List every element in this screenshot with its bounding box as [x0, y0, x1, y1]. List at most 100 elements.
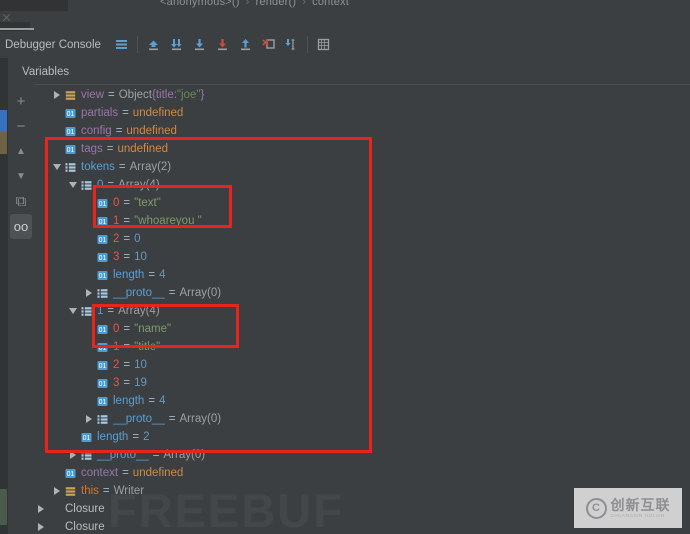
svg-text:01: 01: [98, 345, 106, 352]
variable-value: undefined: [117, 143, 168, 155]
variable-row[interactable]: 01 tags = undefined: [34, 140, 690, 158]
variable-text: 1 = "whoareyou ": [113, 212, 202, 230]
variable-row[interactable]: __proto__ = Array(0): [34, 284, 690, 302]
chevron-down-icon[interactable]: [50, 158, 63, 176]
variable-text: Closure: [65, 518, 105, 534]
variable-value: 19: [134, 377, 147, 389]
twisty-triangle: [37, 505, 44, 513]
variable-row[interactable]: 01 length = 2: [34, 428, 690, 446]
chevron-right-icon[interactable]: [66, 446, 79, 464]
variable-row[interactable]: 01 3 = 19: [34, 374, 690, 392]
tree-twisty-spacer: [50, 464, 63, 482]
run-to-cursor-icon[interactable]: [281, 34, 302, 55]
variable-row[interactable]: __proto__ = Array(0): [34, 410, 690, 428]
variable-row[interactable]: this = Writer: [34, 482, 690, 500]
chevron-right-icon[interactable]: [34, 500, 47, 518]
step-out-icon[interactable]: [235, 34, 256, 55]
variable-value: Array(4): [118, 305, 160, 317]
variable-name: length: [113, 395, 145, 407]
show-console-icon[interactable]: [111, 34, 132, 55]
variable-equals: =: [168, 287, 176, 299]
twisty-triangle: [52, 164, 61, 170]
svg-text:01: 01: [98, 255, 106, 262]
variable-value: 4: [159, 269, 166, 281]
variable-row[interactable]: 01 2 = 0: [34, 230, 690, 248]
variable-equals: =: [168, 413, 176, 425]
move-down-button[interactable]: ▼: [10, 164, 32, 189]
copy-value-button[interactable]: ⧉: [10, 189, 32, 214]
variable-row[interactable]: 01 partials = undefined: [34, 104, 690, 122]
breadcrumb-item[interactable]: <anonymous>(): [160, 0, 240, 8]
twisty-triangle: [53, 487, 60, 495]
chevron-right-icon[interactable]: [50, 482, 63, 500]
step-over-icon[interactable]: [166, 34, 187, 55]
variable-row[interactable]: 0 = Array(4): [34, 176, 690, 194]
variable-text: length = 2: [97, 428, 149, 446]
variable-row[interactable]: 01 1 = "whoareyou ": [34, 212, 690, 230]
variable-row[interactable]: 01 0 = "text": [34, 194, 690, 212]
variable-value: undefined: [132, 107, 184, 119]
variable-text: 1 = "title": [113, 338, 160, 356]
tree-twisty-spacer: [82, 392, 95, 410]
breadcrumb-item[interactable]: context: [312, 0, 349, 8]
add-watch-button[interactable]: +: [10, 89, 32, 114]
force-step-into-icon[interactable]: [212, 34, 233, 55]
svg-text:01: 01: [98, 327, 106, 334]
drop-frame-icon[interactable]: [258, 34, 279, 55]
step-out-up-icon[interactable]: [143, 34, 164, 55]
variable-row[interactable]: 01 length = 4: [34, 266, 690, 284]
array-icon: [79, 446, 93, 464]
debugger-console-label[interactable]: Debugger Console: [0, 39, 110, 51]
breadcrumb[interactable]: <anonymous>() › render() › context: [160, 0, 349, 8]
variable-row[interactable]: 01 1 = "title": [34, 338, 690, 356]
variable-name: Closure: [65, 503, 105, 515]
chevron-down-icon[interactable]: [66, 176, 79, 194]
variable-name: config: [81, 125, 112, 137]
variable-row[interactable]: 01 length = 4: [34, 392, 690, 410]
step-into-icon[interactable]: [189, 34, 210, 55]
remove-watch-button[interactable]: −: [10, 114, 32, 139]
variable-text: 1 = Array(4): [97, 302, 160, 320]
chevron-right-icon[interactable]: [82, 410, 95, 428]
variable-value: Array(0): [179, 413, 222, 425]
variable-text: partials = undefined: [81, 104, 183, 122]
variable-row[interactable]: view = Object {title: "joe"}: [34, 86, 690, 104]
variable-value: 0: [134, 233, 141, 245]
array-icon: [79, 176, 93, 194]
variable-row[interactable]: tokens = Array(2): [34, 158, 690, 176]
variable-row[interactable]: 01 2 = 10: [34, 356, 690, 374]
variable-row[interactable]: Closure: [34, 518, 690, 534]
variables-tab[interactable]: Variables: [22, 66, 69, 78]
breadcrumb-item[interactable]: render(): [256, 0, 297, 8]
variable-equals: =: [102, 485, 110, 497]
variable-row[interactable]: 01 config = undefined: [34, 122, 690, 140]
variable-value: Array(0): [163, 449, 206, 461]
variables-tree[interactable]: view = Object {title: "joe"} 01 partials = und…: [34, 86, 690, 534]
close-icon[interactable]: [2, 13, 11, 22]
variable-equals: =: [123, 197, 131, 209]
variable-row[interactable]: Closure: [34, 500, 690, 518]
variable-text: 2 = 10: [113, 356, 147, 374]
chevron-down-icon[interactable]: [66, 302, 79, 320]
variable-row[interactable]: 1 = Array(4): [34, 302, 690, 320]
evaluate-expression-icon[interactable]: [313, 34, 334, 55]
variable-name: length: [113, 269, 145, 281]
twisty-triangle: [85, 289, 92, 297]
variable-equals: =: [107, 179, 115, 191]
variable-row[interactable]: 01 3 = 10: [34, 248, 690, 266]
svg-text:01: 01: [98, 381, 106, 388]
variable-equals: =: [123, 377, 131, 389]
variable-name: tags: [81, 143, 103, 155]
chevron-right-icon[interactable]: [82, 284, 95, 302]
variable-row[interactable]: __proto__ = Array(0): [34, 446, 690, 464]
inspect-button[interactable]: oo: [10, 214, 32, 239]
variable-value: Object: [118, 89, 152, 101]
variable-text: this = Writer: [81, 482, 144, 500]
chevron-right-icon[interactable]: [50, 86, 63, 104]
variable-row[interactable]: 01 0 = "name": [34, 320, 690, 338]
primitive-icon: 01: [63, 464, 77, 482]
move-up-button[interactable]: ▲: [10, 139, 32, 164]
variable-row[interactable]: 01 context = undefined: [34, 464, 690, 482]
tree-twisty-spacer: [82, 266, 95, 284]
chevron-right-icon[interactable]: [34, 518, 47, 534]
